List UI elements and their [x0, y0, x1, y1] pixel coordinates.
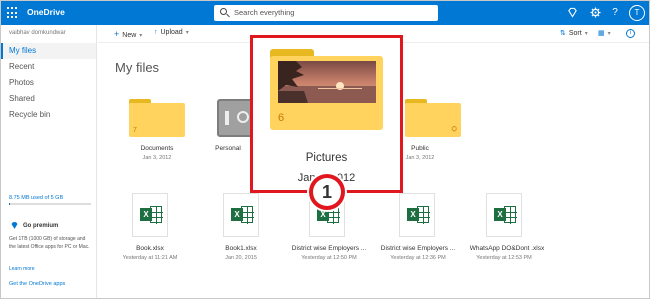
plus-icon: + [114, 29, 120, 39]
sidebar: vaibhav domkundwar My files Recent Photo… [1, 25, 97, 298]
storage-bar-fill [9, 203, 10, 205]
diamond-icon[interactable] [566, 7, 578, 19]
search-placeholder: Search everything [234, 8, 295, 17]
search-input[interactable]: Search everything [214, 5, 438, 21]
file-date: Jan 20, 2015 [225, 255, 257, 261]
avatar[interactable]: T [629, 5, 645, 21]
new-button[interactable]: + New ▾ [114, 29, 142, 39]
sort-label: Sort [568, 30, 582, 37]
file-date: Yesterday at 12:36 PM [390, 255, 446, 261]
excel-file-icon[interactable]: X [399, 193, 435, 237]
grid-view-icon: ▦ [598, 30, 605, 37]
top-bar: OneDrive Search everything ? T [1, 1, 649, 25]
user-name: vaibhav domkundwar [9, 30, 66, 36]
file-date: Yesterday at 12:53 PM [476, 255, 532, 261]
sort-icon: ⇅ [560, 30, 566, 37]
view-switcher-button[interactable]: ▦ ▾ [598, 29, 611, 37]
upload-label: Upload [160, 29, 183, 36]
info-icon[interactable]: i [626, 29, 635, 38]
sidebar-item-recent[interactable]: Recent [1, 59, 96, 75]
excel-file-icon[interactable]: X [486, 193, 522, 237]
item-count: 7 [133, 127, 137, 134]
file-name[interactable]: Book1.xlsx [201, 245, 281, 252]
file-name[interactable]: District wise Employers ... [285, 245, 373, 252]
page-title: My files [115, 60, 160, 75]
step-number-badge: 1 [307, 172, 347, 212]
item-count: 6 [278, 112, 285, 124]
premium-description: Get 1TB (1000 GB) of storage and the lat… [9, 236, 90, 250]
file-date: Yesterday at 12:50 PM [301, 255, 357, 261]
folder-documents[interactable]: 7 [129, 99, 185, 137]
step-number: 1 [313, 178, 341, 206]
sunset-thumbnail [278, 61, 376, 103]
upload-button[interactable]: ↑ Upload ▾ [154, 29, 189, 36]
file-date: Yesterday at 11:21 AM [122, 255, 178, 261]
onedrive-window: OneDrive Search everything ? T vaibhav d… [0, 0, 650, 299]
excel-file-icon[interactable]: X [223, 193, 259, 237]
search-icon [220, 8, 227, 15]
folder-name[interactable]: Documents [117, 145, 197, 152]
upload-icon: ↑ [154, 29, 158, 36]
new-label: New [122, 32, 137, 39]
folder-name[interactable]: Personal [198, 145, 258, 152]
sidebar-item-shared[interactable]: Shared [1, 91, 96, 107]
app-launcher-icon[interactable] [7, 7, 19, 19]
sidebar-item-recycle-bin[interactable]: Recycle bin [1, 107, 96, 123]
storage-bar [9, 203, 91, 205]
premium-title: Go premium [23, 223, 59, 229]
sidebar-item-my-files[interactable]: My files [1, 43, 96, 59]
folder-public[interactable]: ⛭ [405, 99, 461, 137]
chevron-down-icon: ▾ [607, 31, 611, 37]
get-apps-link[interactable]: Get the OneDrive apps [9, 281, 65, 287]
chevron-down-icon: ▾ [584, 31, 588, 37]
folder-name[interactable]: Pictures [253, 152, 400, 164]
folder-date: Jan 3, 2012 [142, 155, 172, 161]
sidebar-item-photos[interactable]: Photos [1, 75, 96, 91]
gear-icon[interactable] [589, 7, 601, 19]
file-name[interactable]: Book.xlsx [110, 245, 190, 252]
app-title[interactable]: OneDrive [27, 7, 65, 17]
shared-icon: ⛭ [451, 126, 457, 133]
chevron-down-icon: ▾ [185, 30, 189, 36]
chevron-down-icon: ▾ [139, 33, 143, 39]
storage-usage[interactable]: 8.75 MB used of 5 GB [9, 195, 63, 201]
highlighted-pictures-folder[interactable]: 6 Pictures Jan 3, 2012 [250, 35, 403, 193]
help-icon[interactable]: ? [609, 7, 621, 19]
sort-button[interactable]: ⇅ Sort ▾ [560, 29, 588, 37]
file-name[interactable]: District wise Employers ... [374, 245, 462, 252]
diamond-icon [11, 222, 18, 229]
learn-more-link[interactable]: Learn more [9, 266, 35, 272]
pictures-folder-icon[interactable]: 6 [270, 49, 383, 130]
file-name[interactable]: WhatsApp DO&Dont .xlsx [462, 245, 552, 252]
excel-file-icon[interactable]: X [132, 193, 168, 237]
